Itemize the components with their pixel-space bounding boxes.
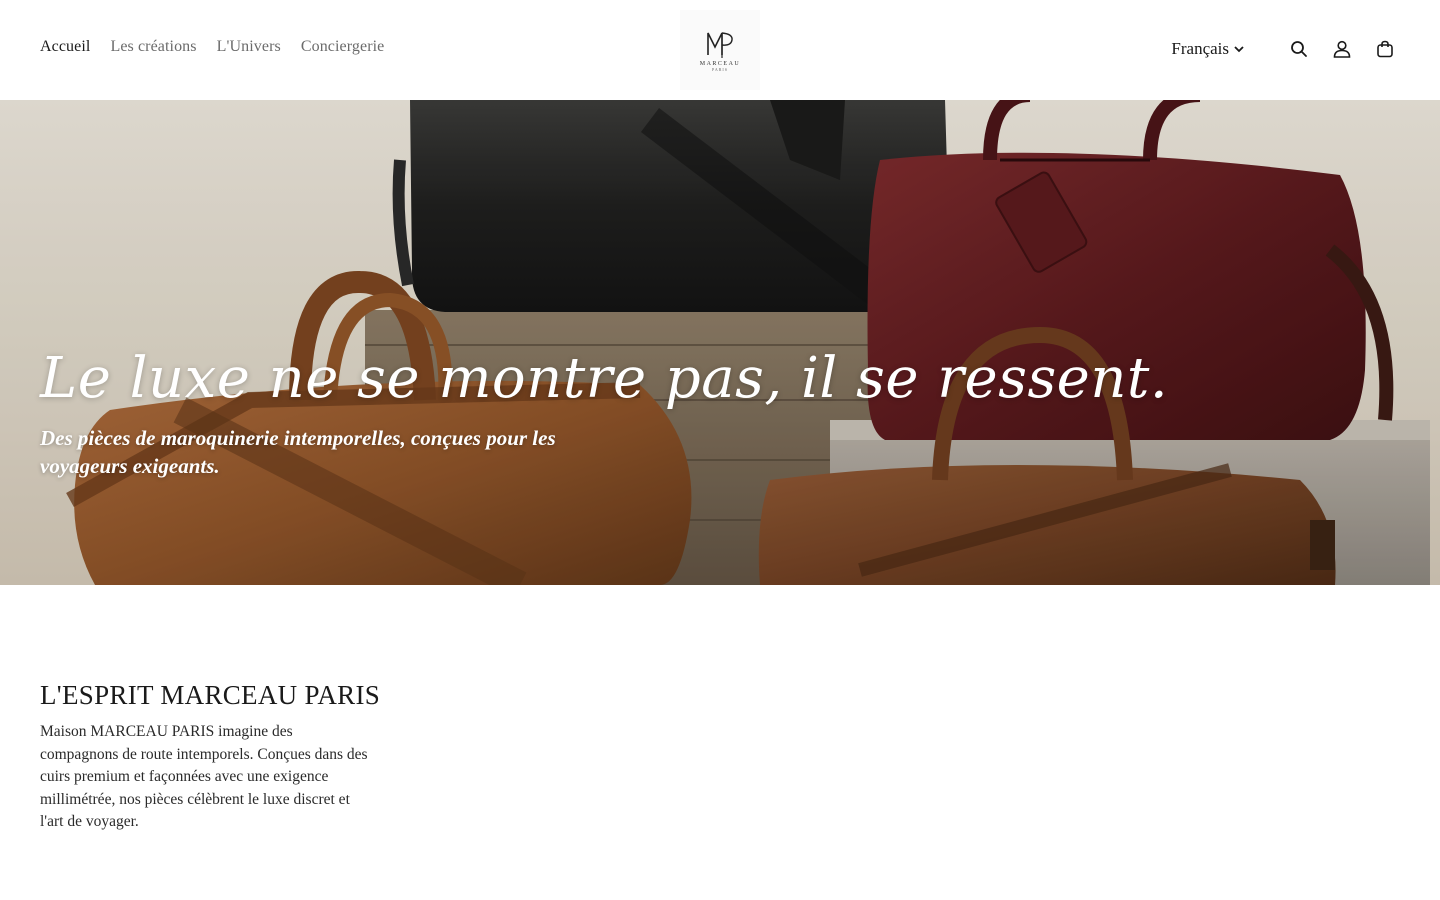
hero-bags-image	[0, 100, 1440, 585]
nav-link-conciergerie[interactable]: Conciergerie	[301, 38, 385, 56]
search-button[interactable]	[1288, 38, 1310, 60]
nav-link-creations[interactable]: Les créations	[110, 38, 196, 56]
chevron-down-icon	[1234, 46, 1244, 53]
account-button[interactable]	[1331, 38, 1353, 60]
cart-icon	[1377, 40, 1393, 58]
search-icon	[1291, 41, 1307, 57]
language-label: Français	[1171, 39, 1229, 58]
nav-link-univers[interactable]: L'Univers	[217, 38, 281, 56]
esprit-body: Maison MARCEAU PARIS imagine des compagn…	[40, 723, 368, 831]
account-icon	[1333, 40, 1351, 58]
cart-button[interactable]	[1374, 38, 1396, 60]
brand-logo[interactable]: MARCEAU PARIS	[680, 10, 760, 90]
header-tools: Français	[1171, 38, 1396, 60]
main-nav: Accueil Les créations L'Univers Concierg…	[40, 38, 384, 56]
monogram-icon	[707, 31, 733, 58]
language-selector[interactable]: Français	[1171, 39, 1245, 59]
hero-title: Le luxe ne se montre pas, il se ressent.	[40, 346, 1169, 411]
esprit-section: L'ESPRIT MARCEAU PARIS Maison MARCEAU PA…	[40, 680, 381, 834]
nav-link-accueil[interactable]: Accueil	[40, 38, 90, 56]
site-header: Accueil Les créations L'Univers Concierg…	[0, 0, 1440, 100]
logo-sub-text: PARIS	[712, 66, 728, 72]
hero-subtitle: Des pièces de maroquinerie intemporelles…	[40, 426, 556, 478]
hero-banner: Le luxe ne se montre pas, il se ressent.…	[0, 100, 1440, 585]
esprit-heading: L'ESPRIT MARCEAU PARIS	[40, 680, 381, 710]
